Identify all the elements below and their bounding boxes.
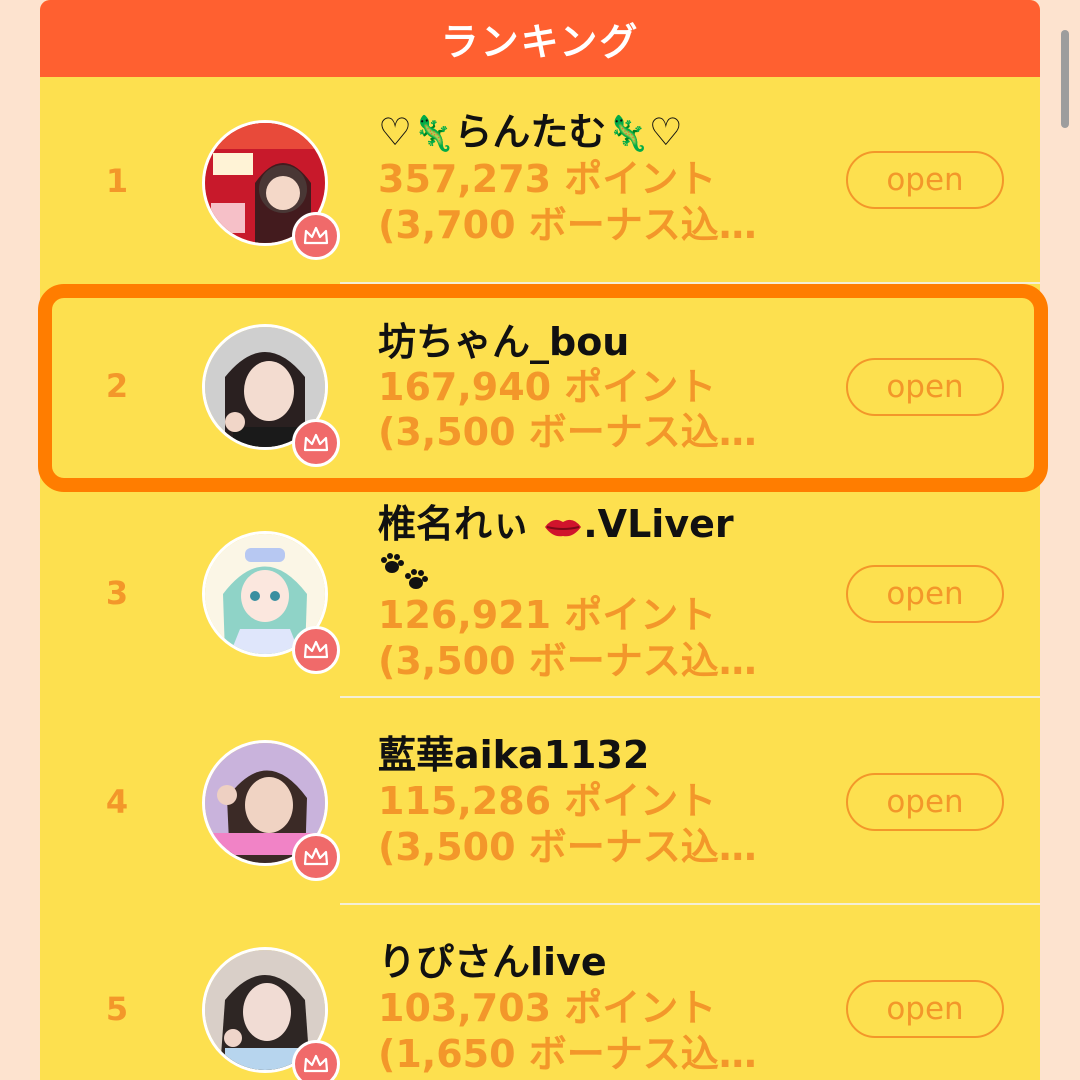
lizard-icon: 🦎 (606, 114, 649, 154)
bonus-value: (3,500 ボーナス込… (378, 825, 757, 869)
ranking-row-2: 2 坊ちゃん_bou 167,940 ポイント (3,500 ボーナス込… op… (40, 284, 1040, 491)
user-name: 坊ちゃん_bou (378, 320, 630, 364)
name-text: 椎名れぃ (378, 502, 531, 546)
bonus-value: (3,500 ボーナス込… (378, 410, 757, 454)
rank-number: 2 (105, 367, 129, 405)
rank-number: 3 (105, 574, 129, 612)
lizard-icon: 🦎 (412, 114, 455, 154)
user-name: 椎名れぃ .VLiver (378, 501, 734, 550)
rank-number: 4 (105, 783, 129, 821)
name-suffix: ♡ (648, 110, 683, 154)
name-suffix: .VLiver (583, 502, 734, 546)
open-button[interactable]: open (846, 151, 1004, 209)
open-button[interactable]: open (846, 773, 1004, 831)
bonus-value: (3,700 ボーナス込… (378, 203, 757, 247)
crown-badge-icon (292, 419, 340, 467)
open-button[interactable]: open (846, 565, 1004, 623)
open-button[interactable]: open (846, 358, 1004, 416)
lips-icon (543, 504, 583, 550)
points-value: 115,286 ポイント (378, 779, 717, 823)
name-text: らんたむ (454, 110, 607, 154)
points-value: 167,940 ポイント (378, 365, 717, 409)
ranking-header: ランキング (40, 0, 1040, 77)
crown-badge-icon (292, 833, 340, 881)
points-value: 103,703 ポイント (378, 986, 717, 1030)
crown-badge-icon (292, 626, 340, 674)
points-value: 357,273 ポイント (378, 157, 717, 201)
bonus-value: (3,500 ボーナス込… (378, 639, 757, 683)
user-name: りぴさんlive (378, 940, 607, 984)
crown-badge-icon (292, 1040, 340, 1080)
user-name: 藍華aika1132 (378, 733, 650, 777)
points-value: 126,921 ポイント (378, 593, 717, 637)
scrollbar[interactable] (1061, 30, 1069, 128)
bonus-value: (1,650 ボーナス込… (378, 1032, 757, 1076)
user-name: ♡🦎らんたむ🦎♡ (378, 109, 683, 157)
rank-number: 1 (105, 162, 129, 200)
ranking-row-5: 5 りぴさんlive 103,703 ポイント (1,650 ボーナス込… op… (40, 905, 1040, 1080)
crown-badge-icon (292, 212, 340, 260)
ranking-row-4: 4 藍華aika1132 115,286 ポイント (3,500 ボーナス込… … (40, 698, 1040, 905)
ranking-row-1: 1 ♡🦎らんたむ🦎♡ 357,273 ポイント (3,700 ボーナス込… op… (40, 77, 1040, 284)
ranking-row-3: 3 椎名れぃ .VLiver 126,921 ポイント (3,500 ボーナス込… (40, 491, 1040, 698)
ranking-title: ランキング (440, 20, 640, 64)
ranking-panel: ランキング 1 ♡🦎らんたむ🦎♡ 357,273 ポイント (3,700 ボーナ… (40, 0, 1040, 1080)
name-prefix: ♡ (378, 110, 413, 154)
paw-prints-icon (378, 553, 432, 597)
open-button[interactable]: open (846, 980, 1004, 1038)
rank-number: 5 (105, 990, 129, 1028)
